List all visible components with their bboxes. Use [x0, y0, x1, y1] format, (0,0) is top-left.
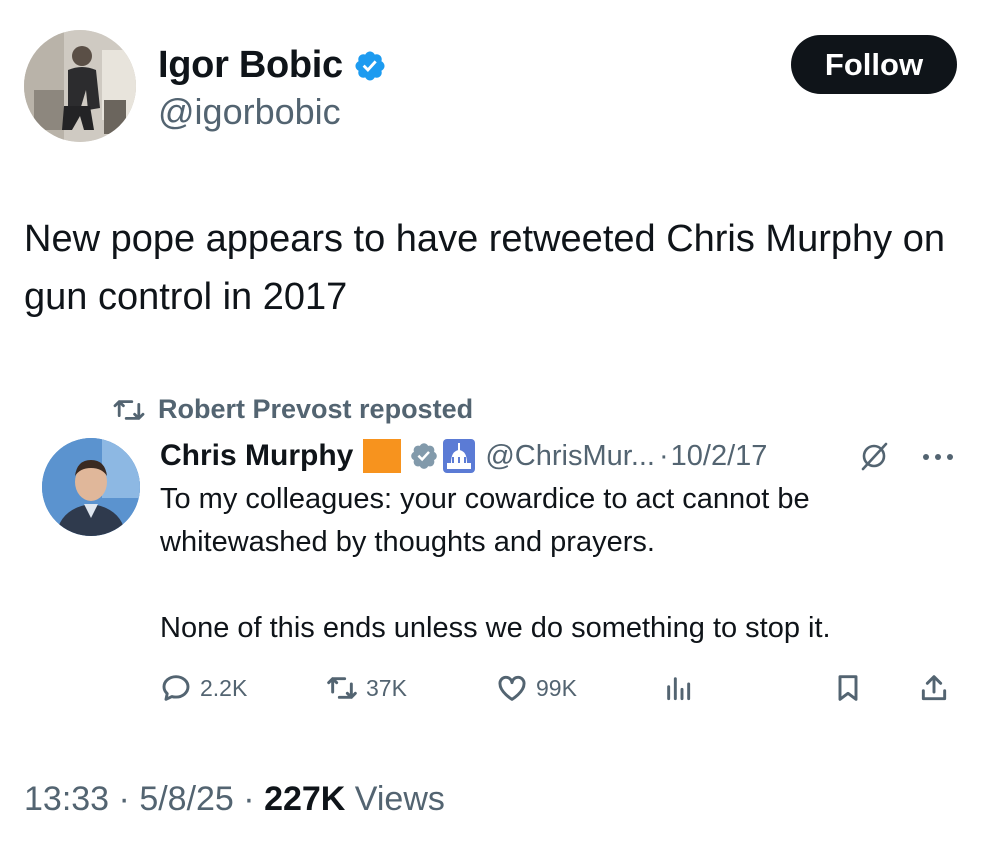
- verified-badge-icon: [353, 49, 387, 83]
- embedded-header: Chris Murphy @ChrisMur... · 10/2/17: [160, 437, 767, 475]
- reply-action: 2.2K: [160, 670, 247, 706]
- like-icon: [498, 675, 526, 701]
- meta-separator: ·: [109, 780, 140, 818]
- reply-count: 2.2K: [200, 674, 248, 701]
- author-handle[interactable]: @igorbobic: [158, 91, 341, 133]
- follow-button[interactable]: Follow: [791, 35, 957, 94]
- tweet-date[interactable]: 5/8/25: [139, 780, 234, 818]
- reply-icon: [162, 675, 190, 701]
- embedded-date: 10/2/17: [670, 439, 768, 472]
- bookmark-action: [832, 670, 864, 706]
- embedded-action-row: 2.2K 37K 99K: [0, 670, 1000, 706]
- embedded-separator: ·: [658, 439, 669, 472]
- more-icon: [923, 454, 953, 460]
- views-icon: [667, 677, 691, 701]
- retweet-icon: [327, 677, 357, 699]
- embedded-name: Chris Murphy: [160, 439, 354, 472]
- retweet-action: 37K: [326, 670, 407, 706]
- bookmark-icon: [838, 675, 858, 701]
- embedded-text: To my colleagues: your cowardice to act …: [160, 478, 960, 650]
- tweet-meta: 13:33 · 5/8/25 · 227K Views: [24, 780, 445, 819]
- grok-icon: [861, 442, 888, 471]
- author-name[interactable]: Igor Bobic: [158, 44, 343, 87]
- embedded-screenshot: Robert Prevost reposted Chris Murphy @Ch…: [0, 380, 1000, 720]
- orange-square-emoji: [363, 439, 402, 473]
- embedded-handle: @ChrisMur...: [485, 439, 655, 472]
- views-action: [662, 670, 694, 706]
- gov-badge-icon: [409, 441, 439, 471]
- tweet-text: New pope appears to have retweeted Chris…: [24, 218, 945, 318]
- views-count: 227K: [264, 780, 346, 818]
- embedded-paragraph-1: To my colleagues: your cowardice to act …: [160, 483, 810, 558]
- like-action: 99K: [496, 670, 577, 706]
- repost-line: Robert Prevost reposted: [112, 394, 473, 425]
- repost-icon: [113, 399, 145, 420]
- views-label: Views: [345, 780, 445, 818]
- capitol-emoji-icon: [443, 439, 476, 473]
- author-avatar[interactable]: [24, 30, 136, 142]
- embedded-avatar: [42, 438, 140, 536]
- like-count: 99K: [536, 674, 577, 701]
- tweet-time[interactable]: 13:33: [24, 780, 109, 818]
- share-action: [918, 670, 950, 706]
- embedded-paragraph-2: None of this ends unless we do something…: [160, 612, 831, 644]
- repost-label: Robert Prevost reposted: [158, 394, 474, 424]
- author-name-row[interactable]: Igor Bobic: [158, 44, 387, 87]
- meta-separator: ·: [233, 780, 265, 818]
- share-icon: [921, 675, 947, 701]
- retweet-count: 37K: [366, 674, 407, 701]
